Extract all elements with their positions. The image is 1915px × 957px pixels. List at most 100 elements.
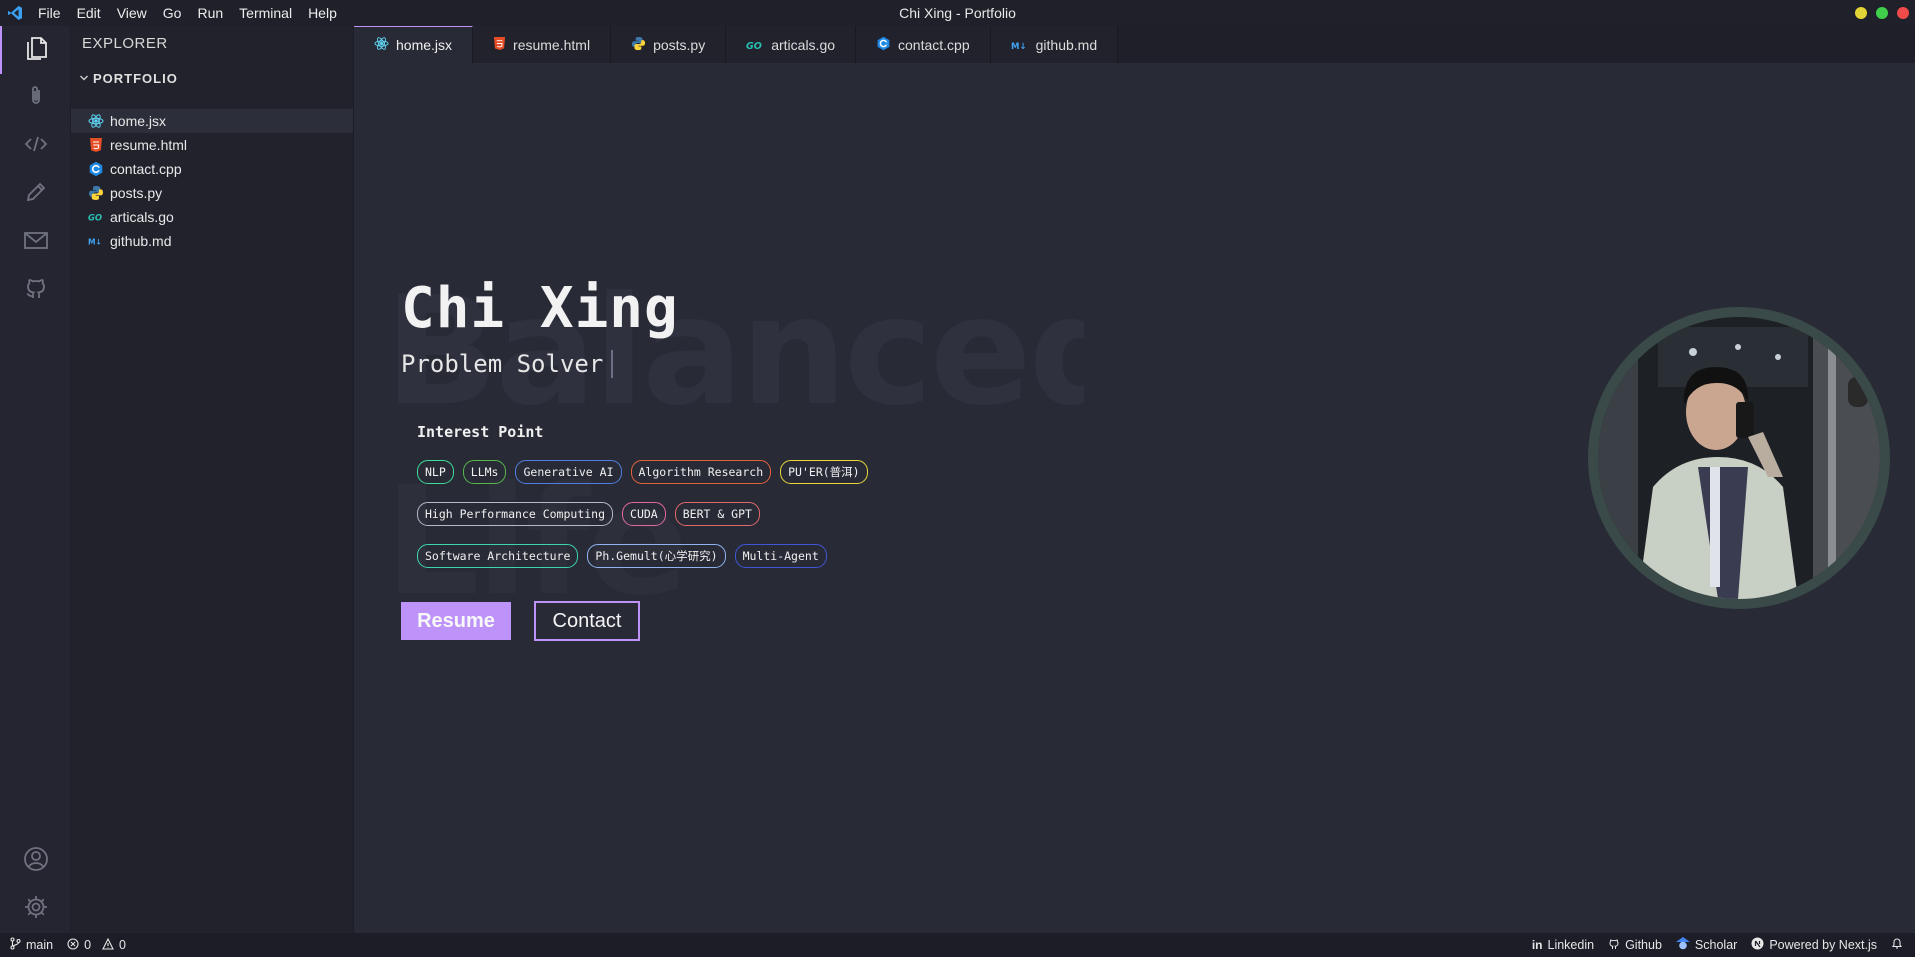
notifications-button[interactable]	[1891, 937, 1903, 953]
tab-label: home.jsx	[396, 37, 453, 53]
files-icon	[23, 34, 51, 67]
file-resume-html[interactable]: resume.html	[71, 133, 353, 157]
interest-tag: Software Architecture	[417, 544, 579, 568]
markdown-icon: M↓	[88, 233, 104, 249]
warning-count: 0	[119, 938, 126, 952]
vscode-logo-icon	[0, 0, 30, 26]
error-icon	[67, 937, 79, 953]
pencil-icon	[24, 180, 48, 209]
error-count: 0	[84, 938, 92, 952]
hero-role-text: Problem Solver	[401, 350, 604, 378]
code-button[interactable]	[0, 122, 71, 170]
code-icon	[23, 132, 49, 161]
problems-indicator[interactable]: 0 0	[67, 937, 126, 953]
python-icon	[631, 36, 646, 54]
cpp-icon	[88, 161, 104, 177]
html-icon	[493, 36, 506, 54]
linkedin-icon: in	[1531, 938, 1543, 952]
attachments-button[interactable]	[0, 74, 71, 122]
explorer-panel: EXPLORER PORTFOLIO home.jsx resume.html …	[71, 26, 354, 933]
avatar	[1598, 317, 1880, 599]
interest-title: Interest Point	[417, 423, 544, 441]
menu-go[interactable]: Go	[155, 0, 190, 26]
branch-icon	[10, 937, 21, 953]
file-contact-cpp[interactable]: contact.cpp	[71, 157, 353, 181]
tab-resume-html[interactable]: resume.html	[473, 26, 612, 63]
folder-portfolio[interactable]: PORTFOLIO	[79, 71, 178, 86]
tab-home-jsx[interactable]: home.jsx	[354, 26, 474, 63]
interest-tag: Ph.Gemult(心学研究)	[587, 544, 726, 568]
file-label: posts.py	[110, 185, 163, 201]
settings-button[interactable]	[0, 885, 71, 933]
menu-edit[interactable]: Edit	[69, 0, 109, 26]
file-label: contact.cpp	[110, 161, 182, 177]
nextjs-link[interactable]: Powered by Next.js	[1751, 937, 1877, 953]
menu-view[interactable]: View	[109, 0, 155, 26]
explorer-title: EXPLORER	[82, 35, 168, 52]
menu-help[interactable]: Help	[300, 0, 345, 26]
hero-role: Problem Solver	[401, 350, 614, 378]
file-github-md[interactable]: M↓ github.md	[71, 229, 353, 253]
linkedin-label: Linkedin	[1547, 938, 1595, 952]
file-label: articals.go	[110, 209, 174, 225]
maximize-button[interactable]	[1876, 7, 1888, 19]
markdown-icon: M↓	[1011, 37, 1029, 53]
cpp-icon	[876, 36, 891, 54]
hero-name: Chi Xing	[401, 276, 679, 341]
tab-label: github.md	[1035, 36, 1098, 53]
interest-tag: Generative AI	[515, 460, 622, 484]
tab-articals-go[interactable]: GO articals.go	[726, 26, 857, 63]
interest-tag: Multi-Agent	[734, 544, 827, 568]
activity-bar	[0, 26, 71, 933]
avatar-frame	[1588, 307, 1890, 609]
branch-label: main	[26, 938, 54, 952]
interest-tags: NLP LLMs Generative AI Algorithm Research PU…	[417, 460, 977, 568]
tab-github-md[interactable]: M↓ github.md	[990, 26, 1119, 63]
interest-tag: BERT & GPT	[674, 502, 760, 526]
github-link[interactable]: Github	[1608, 938, 1662, 953]
menu-run[interactable]: Run	[189, 0, 231, 26]
tab-contact-cpp[interactable]: contact.cpp	[856, 26, 991, 63]
file-label: home.jsx	[110, 113, 167, 129]
gear-icon	[23, 894, 49, 925]
warning-icon	[102, 937, 114, 953]
file-articals-go[interactable]: GO articals.go	[71, 205, 353, 229]
account-button[interactable]	[0, 837, 71, 885]
svg-text:M↓: M↓	[1011, 42, 1027, 50]
tab-label: contact.cpp	[898, 36, 970, 53]
menu-file[interactable]: File	[30, 0, 69, 26]
explorer-button[interactable]	[0, 26, 71, 74]
git-branch[interactable]: main	[10, 937, 53, 953]
close-button[interactable]	[1897, 7, 1909, 19]
tab-label: posts.py	[653, 36, 706, 53]
interest-tag: PU'ER(普洱)	[780, 460, 868, 484]
tab-posts-py[interactable]: posts.py	[611, 26, 727, 63]
react-icon	[374, 36, 389, 54]
react-icon	[88, 113, 104, 129]
minimize-button[interactable]	[1855, 7, 1867, 19]
nextjs-label: Powered by Next.js	[1769, 938, 1877, 952]
mail-button[interactable]	[0, 218, 71, 266]
python-icon	[88, 185, 104, 201]
typing-caret	[611, 350, 614, 378]
paperclip-icon	[24, 84, 48, 113]
file-posts-py[interactable]: posts.py	[71, 181, 353, 205]
tab-label: articals.go	[771, 36, 836, 53]
contact-button[interactable]: Contact	[534, 601, 640, 641]
file-home-jsx[interactable]: home.jsx	[71, 109, 353, 133]
github-button[interactable]	[0, 266, 71, 314]
interest-tag: LLMs	[462, 460, 507, 484]
resume-button[interactable]: Resume	[401, 602, 511, 640]
edit-button[interactable]	[0, 170, 71, 218]
scholar-label: Scholar	[1694, 938, 1738, 952]
editor-content: Balanced Life Chi Xing Problem Solver In…	[354, 63, 1915, 933]
menu-terminal[interactable]: Terminal	[231, 0, 300, 26]
scholar-link[interactable]: Scholar	[1675, 937, 1738, 953]
account-icon	[22, 845, 50, 878]
file-label: resume.html	[110, 137, 188, 153]
svg-text:M↓: M↓	[88, 238, 102, 246]
linkedin-link[interactable]: in Linkedin	[1532, 938, 1594, 952]
scholar-icon	[1675, 937, 1690, 953]
menu-bar: File Edit View Go Run Terminal Help	[30, 0, 345, 26]
mail-icon	[23, 229, 49, 256]
